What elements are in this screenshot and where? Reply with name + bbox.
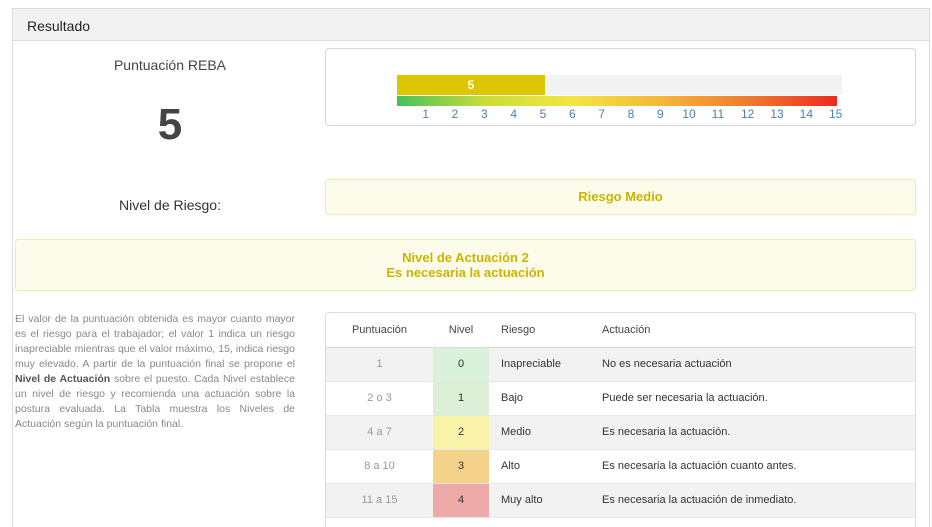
- header-risk: Riesgo: [489, 313, 602, 348]
- row-action: Es necesaria la actuación.: [602, 415, 915, 450]
- row-level: 2: [433, 415, 489, 450]
- row-score: 2 o 3: [326, 381, 433, 416]
- header-score: Puntuación: [326, 313, 433, 348]
- scale-tick: 12: [741, 107, 755, 121]
- row-score: 1: [326, 347, 433, 382]
- row-level: 0: [433, 347, 489, 382]
- action-level-title: Nivel de Actuación 2: [402, 250, 529, 265]
- table-row: 8 a 10 3 Alto Es necesaria la actuación …: [326, 449, 915, 484]
- table-row: 4 a 7 2 Medio Es necesaria la actuación.: [326, 415, 915, 450]
- scale-tick: 15: [829, 107, 843, 121]
- scale-tick: 5: [539, 107, 547, 121]
- scale-tick: 6: [569, 107, 576, 121]
- row-risk: Bajo: [489, 381, 602, 416]
- row-level: 3: [433, 449, 489, 484]
- row-action: No es necesaria actuación: [602, 347, 915, 382]
- score-scale-ticks: 1 2 3 4 5 6 7 8 9 10 11 12 13 14 15: [0, 107, 932, 121]
- score-scale-gradient: [397, 96, 837, 106]
- scale-tick: 7: [598, 107, 606, 121]
- scale-tick: 8: [627, 107, 635, 121]
- table-row: 2 o 3 1 Bajo Puede ser necesaria la actu…: [326, 381, 915, 416]
- row-level: 1: [433, 381, 489, 416]
- row-risk: Medio: [489, 415, 602, 450]
- scale-tick: 13: [770, 107, 784, 121]
- scale-tick: 1: [422, 107, 430, 121]
- row-risk: Alto: [489, 449, 602, 484]
- scale-tick: 2: [451, 107, 459, 121]
- description-bold: Nivel de Actuación: [15, 373, 111, 385]
- row-score: 8 a 10: [326, 449, 433, 484]
- row-risk: Inapreciable: [489, 347, 602, 382]
- risk-level-label: Nivel de Riesgo:: [119, 197, 221, 213]
- table-header-row: Puntuación Nivel Riesgo Actuación: [326, 313, 915, 348]
- score-label: Puntuación REBA: [113, 57, 227, 73]
- scale-tick: 10: [682, 107, 696, 121]
- row-action: Puede ser necesaria la actuación.: [602, 381, 915, 416]
- header-action: Actuación: [602, 313, 915, 348]
- action-level-box: Nivel de Actuación 2 Es necesaria la act…: [15, 239, 916, 291]
- description-text: El valor de la puntuación obtenida es ma…: [15, 312, 295, 432]
- table-row: 1 0 Inapreciable No es necesaria actuaci…: [326, 347, 915, 382]
- action-levels-table: Puntuación Nivel Riesgo Actuación 1 0 In…: [325, 312, 916, 527]
- table-row: 11 a 15 4 Muy alto Es necesaria la actua…: [326, 483, 915, 518]
- action-level-subtitle: Es necesaria la actuación: [386, 265, 545, 280]
- row-score: 11 a 15: [326, 483, 433, 518]
- scale-tick: 14: [799, 107, 814, 121]
- row-score: 4 a 7: [326, 415, 433, 450]
- row-action: Es necesaria la actuación cuanto antes.: [602, 449, 915, 484]
- row-level: 4: [433, 483, 489, 518]
- scale-tick: 4: [510, 107, 518, 121]
- scale-tick: 9: [657, 107, 664, 121]
- row-risk: Muy alto: [489, 483, 602, 518]
- header-level: Nivel: [433, 313, 489, 348]
- risk-level-value: Riesgo Medio: [325, 179, 916, 215]
- row-action: Es necesaria la actuación de inmediato.: [602, 483, 915, 518]
- score-scale-fill: 5: [397, 75, 545, 95]
- scale-tick: 3: [481, 107, 488, 121]
- panel-title: Resultado: [13, 9, 929, 41]
- description-part1: El valor de la puntuación obtenida es ma…: [15, 313, 295, 370]
- scale-tick: 11: [711, 107, 725, 121]
